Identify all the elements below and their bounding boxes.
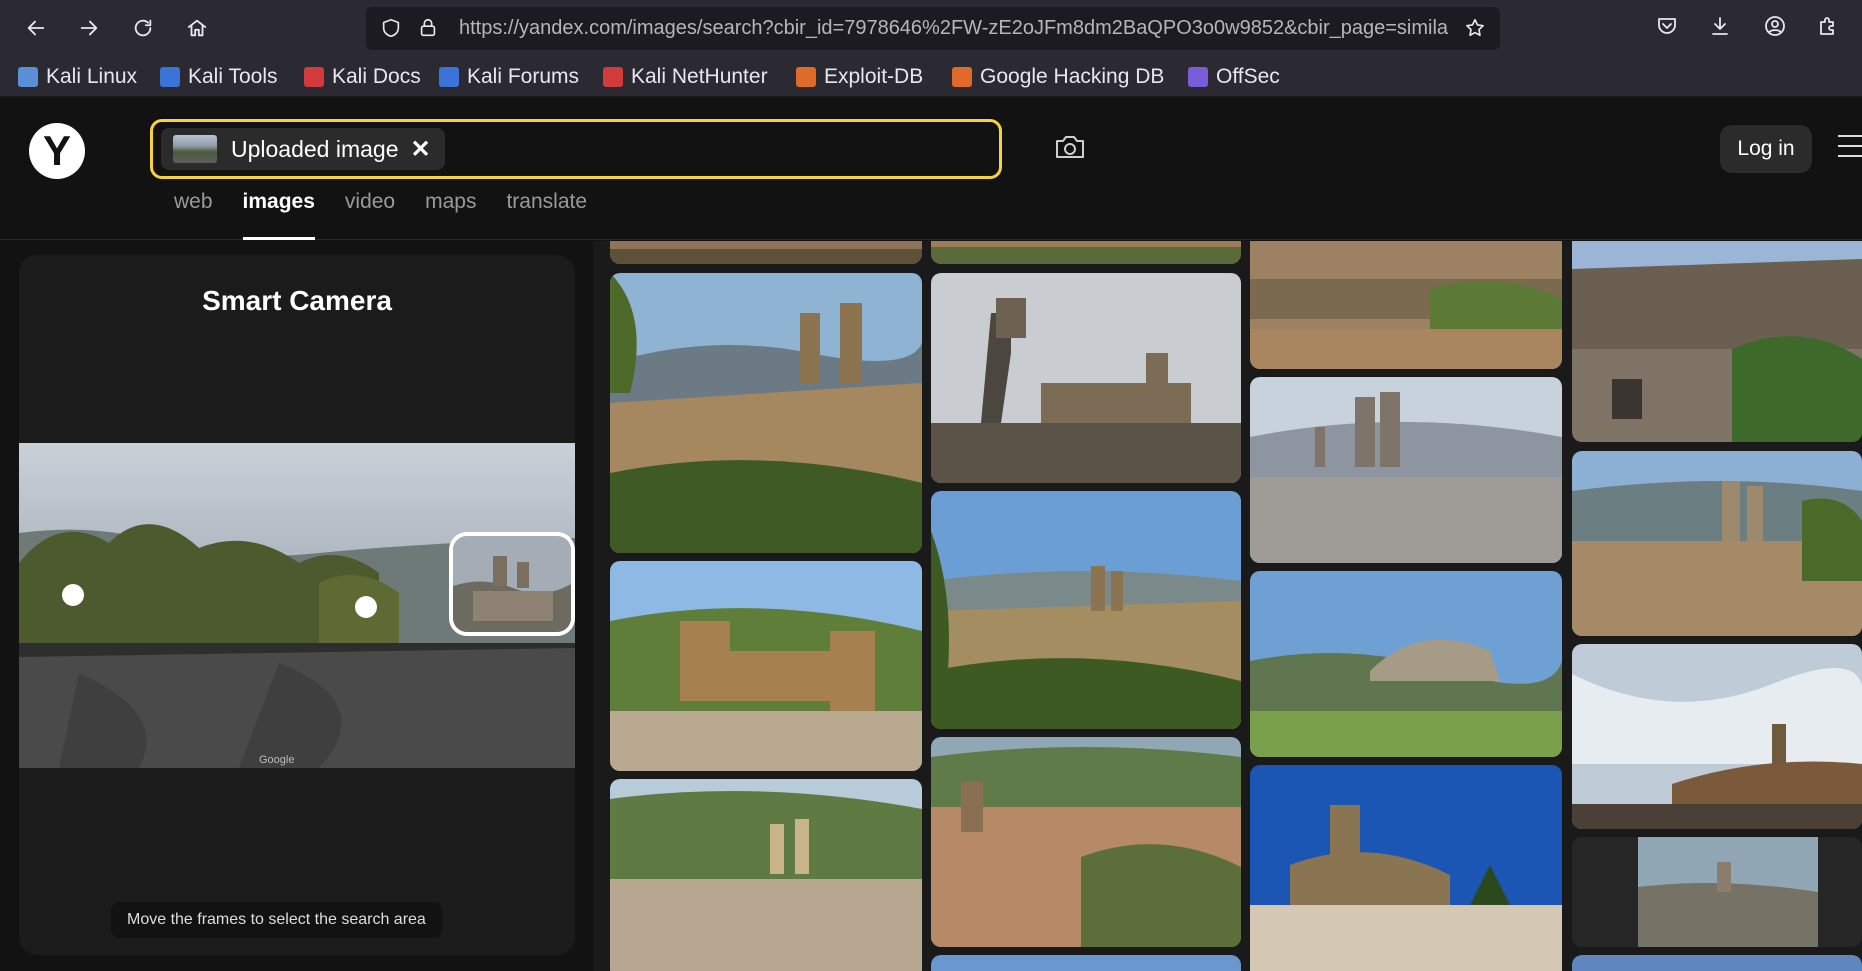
account-icon[interactable]: [1763, 14, 1791, 42]
page-header: Y Uploaded image ✕ Log in web images vid…: [0, 97, 1862, 240]
result-image[interactable]: [931, 241, 1241, 264]
bookmark-star-icon[interactable]: [1464, 17, 1488, 41]
results-grid: [593, 241, 1862, 971]
bookmark-label: OffSec: [1216, 65, 1280, 88]
extensions-icon[interactable]: [1816, 14, 1844, 42]
pocket-icon[interactable]: [1655, 14, 1683, 42]
url-text[interactable]: https://yandex.com/images/search?cbir_id…: [459, 7, 1449, 50]
bookmark-kali-linux[interactable]: Kali Linux: [18, 63, 137, 91]
download-icon[interactable]: [1708, 14, 1736, 42]
ghdb-icon: [952, 67, 972, 87]
result-image[interactable]: [1250, 241, 1562, 369]
yandex-logo[interactable]: Y: [29, 123, 85, 179]
url-bar[interactable]: https://yandex.com/images/search?cbir_id…: [366, 7, 1500, 50]
kali-dragon-icon: [18, 67, 38, 87]
google-watermark: Google: [259, 754, 294, 766]
back-button[interactable]: [19, 11, 53, 45]
shield-icon[interactable]: [380, 17, 404, 41]
result-image[interactable]: [1250, 765, 1562, 971]
kali-tools-icon: [160, 67, 180, 87]
result-image[interactable]: [1250, 377, 1562, 563]
tab-images[interactable]: images: [242, 191, 316, 240]
selection-handle[interactable]: [62, 584, 84, 606]
result-image[interactable]: [1572, 955, 1862, 971]
arrow-right-icon: [80, 20, 98, 36]
result-image[interactable]: [1572, 451, 1862, 636]
bookmark-label: Kali Docs: [332, 65, 421, 88]
bookmark-label: Exploit-DB: [824, 65, 924, 88]
uploaded-image-chip[interactable]: Uploaded image ✕: [161, 128, 445, 170]
crop-selection-frame[interactable]: [449, 532, 575, 636]
offsec-icon: [1188, 67, 1208, 87]
result-image[interactable]: [610, 241, 922, 264]
hamburger-menu-icon[interactable]: [1838, 135, 1862, 163]
bookmark-label: Google Hacking DB: [980, 65, 1165, 88]
bookmark-google-hacking-db[interactable]: Google Hacking DB: [952, 63, 1164, 91]
result-image[interactable]: [931, 955, 1241, 971]
bookmark-kali-forums[interactable]: Kali Forums: [439, 63, 579, 91]
tab-web[interactable]: web: [174, 191, 213, 240]
tab-maps[interactable]: maps: [425, 191, 476, 240]
home-icon: [187, 19, 207, 37]
result-image[interactable]: [931, 273, 1241, 483]
bookmark-kali-nethunter[interactable]: Kali NetHunter: [603, 63, 768, 91]
camera-icon: [1056, 136, 1084, 158]
bookmark-offsec[interactable]: OffSec: [1188, 63, 1280, 91]
camera-search-button[interactable]: [1052, 129, 1090, 167]
kali-forums-icon: [439, 67, 459, 87]
kali-docs-icon: [304, 67, 324, 87]
arrow-left-icon: [27, 20, 45, 36]
lock-icon[interactable]: [417, 17, 441, 41]
reload-icon: [134, 19, 152, 37]
browser-toolbar: https://yandex.com/images/search?cbir_id…: [0, 0, 1862, 57]
tab-video[interactable]: video: [345, 191, 395, 240]
bookmark-kali-docs[interactable]: Kali Docs: [304, 63, 421, 91]
chip-label: Uploaded image: [231, 135, 399, 162]
home-button[interactable]: [180, 11, 214, 45]
result-image[interactable]: [931, 491, 1241, 729]
kali-nethunter-icon: [603, 67, 623, 87]
reload-button[interactable]: [126, 11, 160, 45]
uploaded-image-thumbnail: [173, 135, 217, 163]
tab-translate[interactable]: translate: [506, 191, 587, 240]
search-input[interactable]: Uploaded image ✕: [150, 119, 1002, 179]
smart-camera-title: Smart Camera: [202, 285, 392, 316]
bookmark-exploit-db[interactable]: Exploit-DB: [796, 63, 923, 91]
bookmarks-bar: Kali Linux Kali Tools Kali Docs Kali For…: [0, 57, 1862, 97]
result-image[interactable]: [610, 273, 922, 553]
bookmark-label: Kali Tools: [188, 65, 278, 88]
result-image[interactable]: [1572, 644, 1862, 829]
login-button[interactable]: Log in: [1720, 125, 1812, 173]
result-image[interactable]: [1250, 571, 1562, 757]
result-image[interactable]: [1572, 241, 1862, 442]
bookmark-label: Kali NetHunter: [631, 65, 768, 88]
search-tabs: web images video maps translate: [174, 191, 617, 240]
result-image[interactable]: [610, 561, 922, 771]
exploit-db-icon: [796, 67, 816, 87]
close-icon[interactable]: ✕: [411, 135, 431, 164]
selection-handle[interactable]: [355, 596, 377, 618]
result-image[interactable]: [1572, 837, 1862, 947]
bookmark-label: Kali Linux: [46, 65, 138, 88]
result-image[interactable]: [931, 737, 1241, 947]
smart-camera-hint: Move the frames to select the search are…: [111, 902, 442, 938]
forward-button[interactable]: [72, 11, 106, 45]
result-image[interactable]: [610, 779, 922, 971]
bookmark-kali-tools[interactable]: Kali Tools: [160, 63, 278, 91]
bookmark-label: Kali Forums: [467, 65, 580, 88]
